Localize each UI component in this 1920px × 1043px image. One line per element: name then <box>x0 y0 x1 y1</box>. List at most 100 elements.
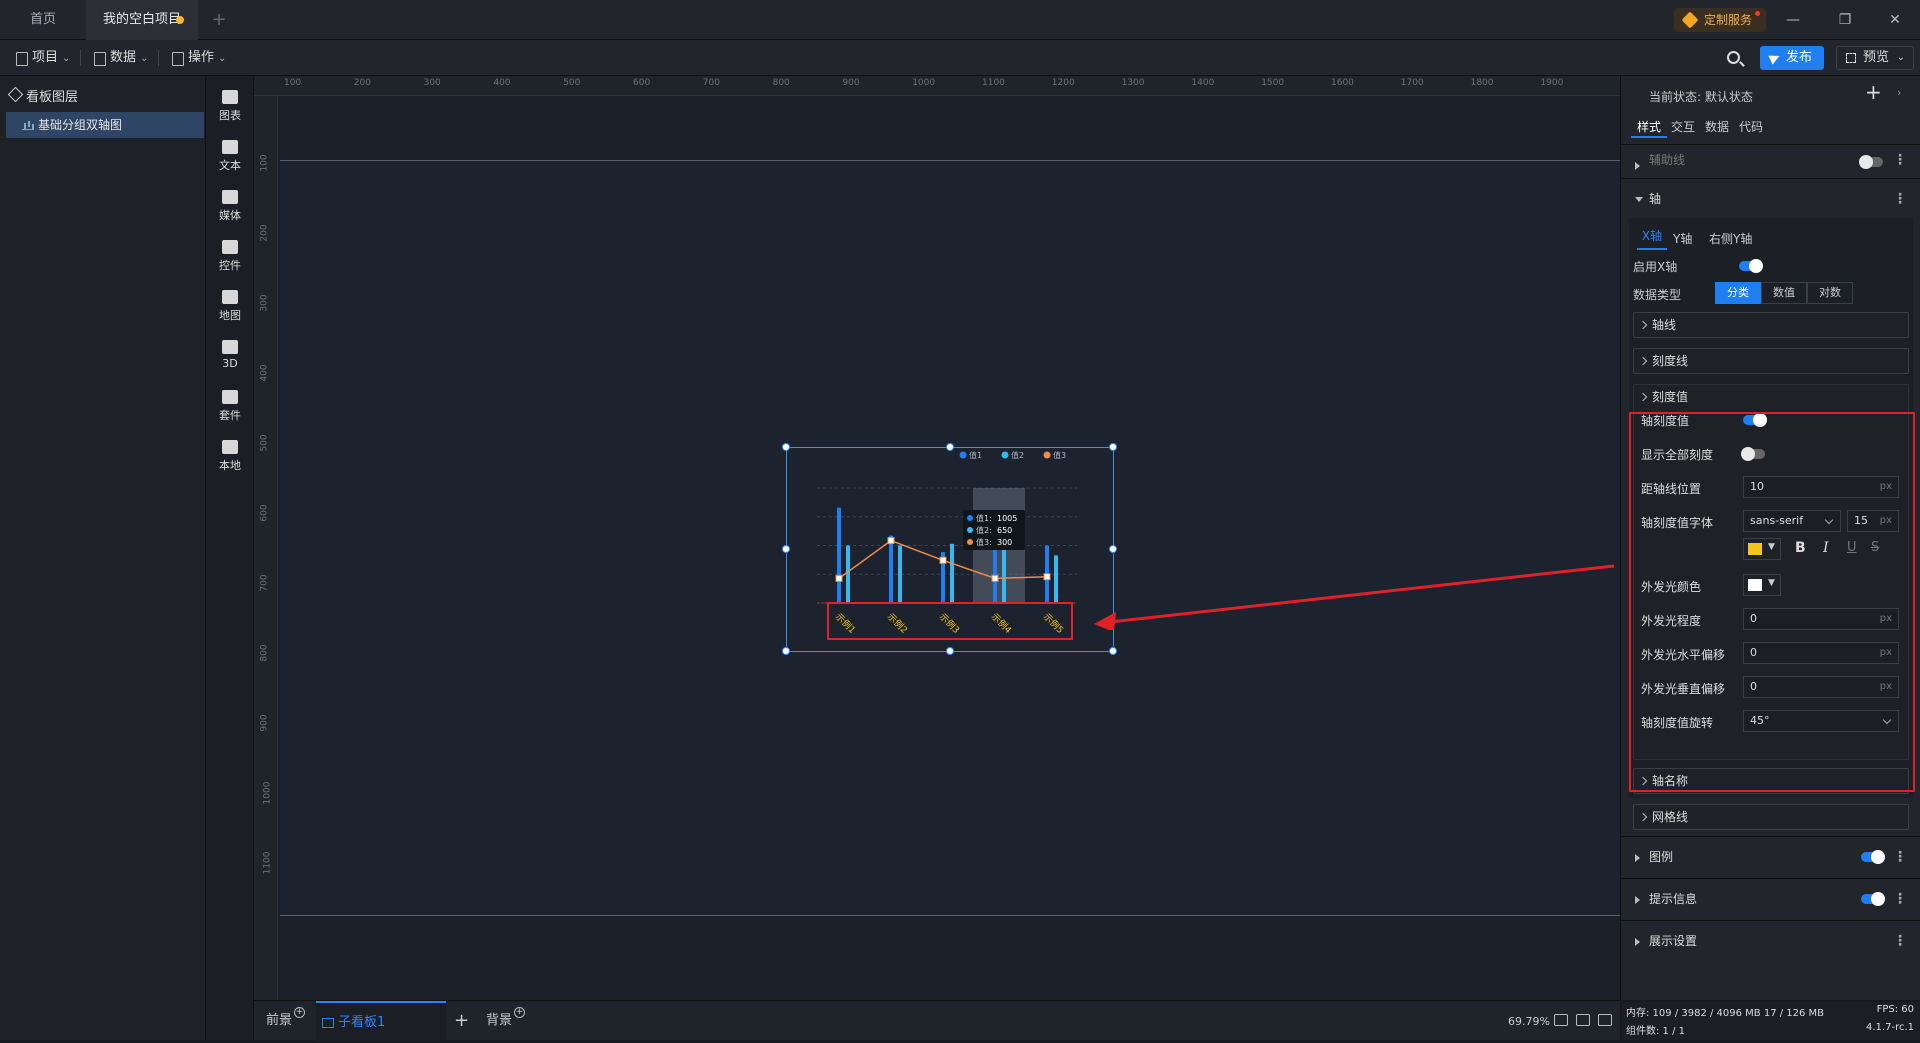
keyboard-icon[interactable] <box>1576 1014 1590 1026</box>
ruler-tick-label: 100 <box>284 78 302 88</box>
ruler-tick-label: 1900 <box>1540 78 1564 88</box>
rail-label: 媒体 <box>219 209 241 222</box>
tab-y-axis[interactable]: Y轴 <box>1673 230 1692 247</box>
ruler-tick-label: 700 <box>702 78 720 88</box>
section-aux-line[interactable]: 辅助线 ⋮ <box>1621 144 1920 178</box>
tab-right-y-axis[interactable]: 右侧Y轴 <box>1709 230 1752 247</box>
line-point <box>991 574 999 582</box>
tab-code[interactable]: 代码 <box>1739 118 1763 135</box>
sub-grid-line[interactable]: 网格线 <box>1633 804 1909 830</box>
resize-handle[interactable] <box>1109 443 1117 451</box>
add-board-button[interactable]: + <box>454 1001 474 1041</box>
ruler-tick-label: 800 <box>772 78 790 88</box>
enable-x-toggle[interactable] <box>1739 259 1763 273</box>
resize-handle[interactable] <box>782 443 790 451</box>
rail-label: 控件 <box>219 259 241 272</box>
more-icon[interactable]: ⋮ <box>1893 837 1907 877</box>
divider <box>158 50 159 66</box>
tab-front[interactable]: 前景+ <box>266 1001 306 1041</box>
tab-data[interactable]: 数据 <box>1705 118 1729 135</box>
layer-item[interactable]: 基础分组双轴图 <box>6 112 204 138</box>
tab-board[interactable]: 子看板1 <box>316 1001 446 1041</box>
tab-interaction[interactable]: 交互 <box>1671 118 1695 135</box>
preview-label: 预览 <box>1863 50 1890 65</box>
fit-screen-icon[interactable] <box>1554 1014 1568 1026</box>
search-icon[interactable] <box>1724 48 1746 70</box>
data-type-category[interactable]: 分类 <box>1715 282 1761 304</box>
resize-handle[interactable] <box>1109 647 1117 655</box>
section-legend[interactable]: 图例 ⋮ <box>1621 836 1920 878</box>
resize-handle[interactable] <box>946 647 954 655</box>
add-tab-button[interactable]: + <box>204 0 234 40</box>
resize-handle[interactable] <box>946 443 954 451</box>
rail-item-text[interactable]: 文本 <box>206 132 254 184</box>
legend-toggle[interactable] <box>1861 850 1885 864</box>
chevron-right-icon[interactable]: › <box>1897 86 1901 99</box>
resize-handle[interactable] <box>1109 545 1117 553</box>
more-icon[interactable]: ⋮ <box>1893 145 1907 175</box>
line-point <box>939 556 947 564</box>
rail-item-media[interactable]: 媒体 <box>206 182 254 234</box>
rail-label: 套件 <box>219 409 241 422</box>
bar <box>950 543 954 603</box>
enable-x-label: 启用X轴 <box>1633 260 1678 274</box>
resize-handle[interactable] <box>782 647 790 655</box>
data-type-log[interactable]: 对数 <box>1807 282 1853 304</box>
rail-item-map[interactable]: 地图 <box>206 282 254 334</box>
minimize-icon[interactable]: — <box>1770 0 1816 40</box>
section-label: 图例 <box>1649 850 1674 864</box>
ruler-tick-label: 1000 <box>912 78 936 88</box>
rail-label: 地图 <box>219 309 241 322</box>
resize-handle[interactable] <box>782 545 790 553</box>
more-icon[interactable]: ⋮ <box>1893 921 1907 961</box>
ruler-tick-label: 1700 <box>1400 78 1424 88</box>
data-type-value[interactable]: 数值 <box>1761 282 1807 304</box>
preview-button[interactable]: 预览 ⌄ <box>1836 46 1914 70</box>
section-display[interactable]: 展示设置 ⋮ <box>1621 920 1920 962</box>
restore-icon[interactable]: ❐ <box>1822 0 1868 40</box>
legend-label: 值2 <box>1011 450 1024 460</box>
rail-item-kit[interactable]: 套件 <box>206 382 254 434</box>
ruler-tick-label: 600 <box>259 504 270 522</box>
legend-label: 值1 <box>969 450 982 460</box>
rail-label: 本地 <box>219 459 241 472</box>
more-icon[interactable]: ⋮ <box>1893 179 1907 219</box>
rail-item-control[interactable]: 控件 <box>206 232 254 284</box>
more-icon[interactable]: ⋮ <box>1893 879 1907 919</box>
tab-background[interactable]: 背景+ <box>486 1001 526 1041</box>
menu-ops[interactable]: 操作 ⌄ <box>170 48 226 68</box>
add-icon[interactable]: + <box>294 1007 306 1018</box>
aux-line-toggle[interactable] <box>1859 155 1883 169</box>
add-icon[interactable]: + <box>514 1007 526 1018</box>
ruler-tick-label: 800 <box>259 644 270 662</box>
ruler-tick-label: 900 <box>842 78 860 88</box>
custom-service-button[interactable]: 定制服务 <box>1674 8 1766 32</box>
menu-project[interactable]: 项目 ⌄ <box>14 48 70 68</box>
rail-item-3d[interactable]: 3D <box>206 332 254 384</box>
layer-item-label: 基础分组双轴图 <box>38 118 123 132</box>
tooltip-value: 1005 <box>997 514 1017 523</box>
publish-button[interactable]: 发布 <box>1760 46 1824 70</box>
tab-x-axis[interactable]: X轴 <box>1637 226 1667 250</box>
menu-data[interactable]: 数据 ⌄ <box>92 48 148 68</box>
section-tooltip[interactable]: 提示信息 ⋮ <box>1621 878 1920 920</box>
section-axis[interactable]: 轴 ⋮ <box>1621 178 1920 218</box>
close-icon[interactable]: ✕ <box>1872 0 1918 40</box>
rail-item-local[interactable]: 本地 <box>206 432 254 484</box>
sub-axis-line[interactable]: 轴线 <box>1633 312 1909 338</box>
tab-home[interactable]: 首页 <box>0 0 86 40</box>
tab-style[interactable]: 样式 <box>1637 118 1661 135</box>
kit-icon <box>222 390 238 404</box>
ruler-tick-label: 500 <box>259 434 270 452</box>
tab-background-label: 背景 <box>486 1013 513 1028</box>
ruler-tick-label: 700 <box>259 574 270 592</box>
zoom-level[interactable]: 69.79% <box>1508 1015 1550 1028</box>
terminal-icon[interactable] <box>1598 1014 1612 1026</box>
tab-project[interactable]: 我的空白项目 <box>86 0 198 40</box>
add-state-button[interactable]: + <box>1865 80 1882 104</box>
sub-tick-line[interactable]: 刻度线 <box>1633 348 1909 374</box>
tooltip-toggle[interactable] <box>1861 892 1885 906</box>
data-type-label: 数据类型 <box>1633 288 1682 302</box>
rail-item-chart[interactable]: 图表 <box>206 82 254 134</box>
map-icon <box>222 290 238 304</box>
